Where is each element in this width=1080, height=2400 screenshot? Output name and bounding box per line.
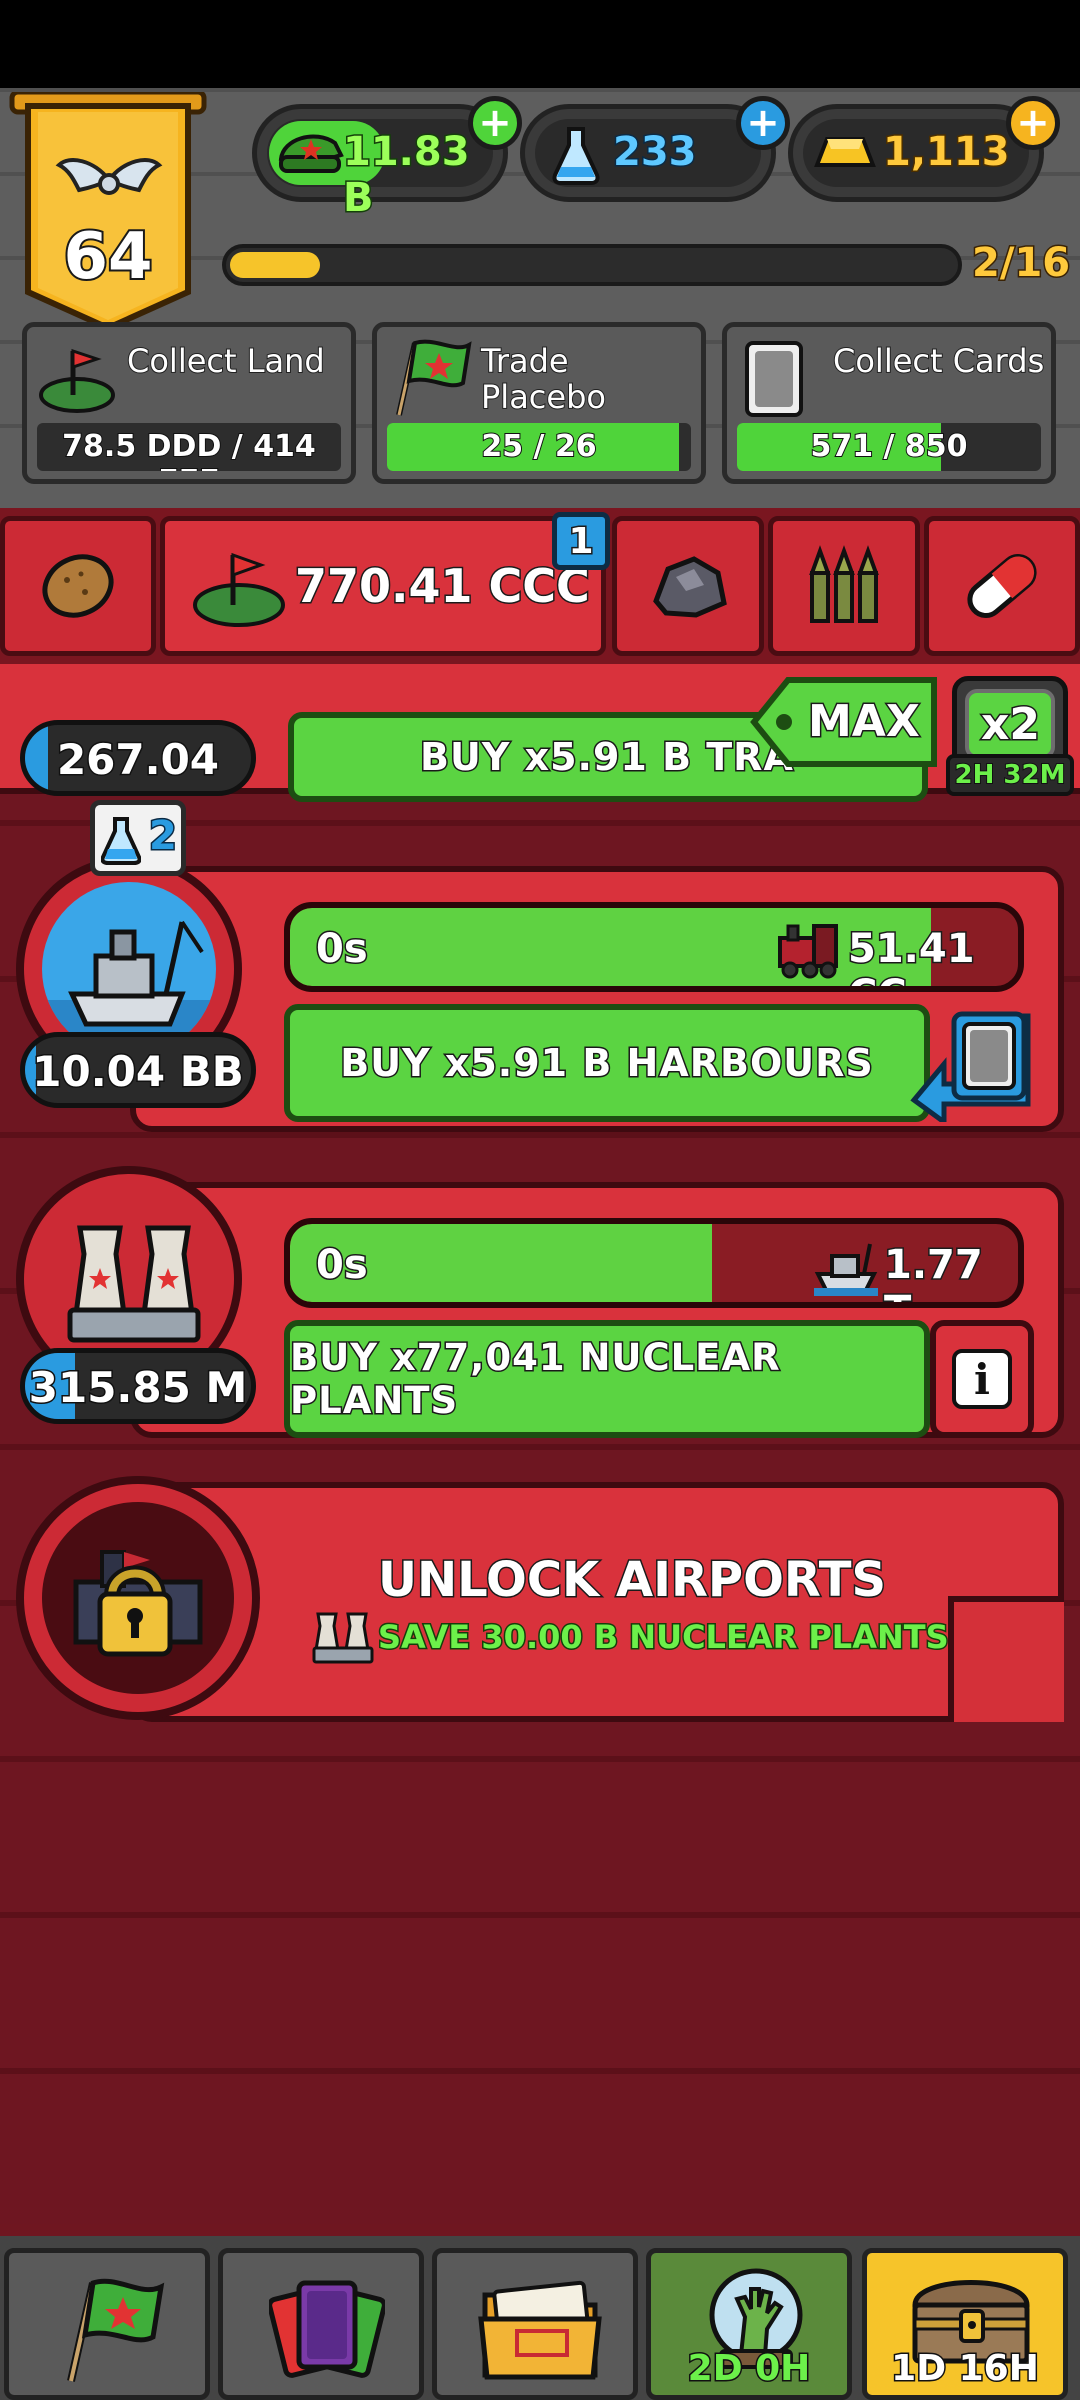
level-number: 64	[61, 218, 154, 296]
science-value: 233	[612, 128, 698, 177]
max-button[interactable]: MAX	[748, 672, 940, 772]
harbours-income: 51.41 CC	[847, 925, 977, 987]
nav-folder-button[interactable]	[432, 2248, 638, 2400]
pill-icon	[967, 554, 1037, 618]
add-science-button[interactable]: +	[736, 96, 790, 150]
nav-cards-button[interactable]	[218, 2248, 424, 2400]
max-label: MAX	[807, 695, 922, 749]
tab-potato[interactable]	[0, 516, 156, 656]
nuclear-count: 315.85 M	[20, 1348, 256, 1424]
quest-progress-label: 571 / 850	[809, 428, 968, 465]
quest-progress-label: 25 / 26	[480, 428, 597, 465]
nuclear-income: 1.77 T	[883, 1241, 985, 1303]
quest-card-collect-cards[interactable]: Collect Cards 571 / 850	[722, 322, 1056, 484]
add-gold-button[interactable]: +	[1006, 96, 1060, 150]
army-flag-icon	[67, 2278, 165, 2382]
science-badge: 2	[90, 800, 186, 876]
add-cash-button[interactable]: +	[468, 96, 522, 150]
chest-timer: 1D 16H	[890, 2347, 1041, 2391]
nuclear-plant-icon	[312, 1612, 374, 1664]
quest-progress: 25 / 26	[387, 423, 691, 471]
potato-icon	[42, 554, 114, 618]
folder-icon	[478, 2280, 602, 2380]
quest-title: Trade Placebo	[480, 342, 607, 416]
tab-land-active[interactable]: 770.41 CCC	[160, 516, 606, 656]
level-progress-fill	[230, 252, 320, 278]
airports-locked-icon-frame[interactable]	[16, 1476, 260, 1720]
buy-nuclear-button[interactable]: BUY x77,041 NUCLEAR PLANTS	[284, 1320, 930, 1438]
nuclear-production-bar: 0s 1.77 T	[284, 1218, 1024, 1308]
buy-harbours-label: BUY x5.91 B HARBOURS	[339, 1040, 874, 1087]
tab-badge: 1	[552, 512, 610, 570]
card-icon	[743, 339, 805, 419]
buy-harbours-button[interactable]: BUY x5.91 B HARBOURS	[284, 1004, 930, 1122]
airports-side-plate	[948, 1596, 1064, 1722]
army-flag-icon	[385, 333, 475, 423]
buy-railroad-label: BUY x5.91 B TRA	[419, 734, 795, 781]
quest-progress-label: 78.5 DDD / 414 EEE	[61, 428, 317, 471]
info-icon: i	[952, 1349, 1012, 1409]
nuclear-count-text: 315.85 M	[27, 1362, 249, 1414]
active-tab-value: 770.41 CCC	[294, 558, 592, 615]
ore-icon	[653, 556, 727, 618]
info-icon-label: i	[974, 1354, 990, 1404]
harbours-count: 10.04 BB	[20, 1032, 256, 1108]
quest-progress: 571 / 850	[737, 423, 1041, 471]
level-progress-bar	[222, 244, 962, 286]
wings-icon	[54, 150, 164, 210]
nuclear-timer: 0s	[315, 1241, 370, 1290]
quest-card-collect-land[interactable]: Collect Land 78.5 DDD / 414 EEE	[22, 322, 356, 484]
land-flag-icon	[37, 337, 117, 417]
buy-nuclear-label: BUY x77,041 NUCLEAR PLANTS	[289, 1335, 782, 1424]
tab-ore[interactable]	[612, 516, 764, 656]
nav-army-button[interactable]	[4, 2248, 210, 2400]
harbours-timer: 0s	[315, 925, 370, 974]
harbours-card-button[interactable]	[904, 1004, 1034, 1127]
multiplier-timer-text: 2H 32M	[954, 759, 1067, 791]
train-icon	[778, 924, 838, 979]
quest-title: Collect Land	[126, 342, 326, 380]
flask-icon	[551, 125, 601, 185]
gold-bar-icon	[813, 131, 877, 179]
gold-value: 1,113	[882, 128, 1012, 177]
banner-shape	[9, 89, 207, 332]
ship-icon	[42, 920, 216, 1056]
science-badge-count: 2	[148, 812, 179, 861]
land-flag-icon	[193, 552, 285, 627]
unlock-airports-title: UNLOCK AIRPORTS	[376, 1551, 887, 1610]
ship-icon	[814, 1243, 878, 1296]
army-cap-icon	[275, 125, 345, 181]
harbours-production-bar: 0s 51.41 CC	[284, 902, 1024, 992]
multiplier-label: x2	[980, 698, 1042, 752]
level-progress-label: 2/16	[970, 239, 1071, 288]
tab-badge-count: 1	[567, 519, 595, 563]
nav-chest-button[interactable]: 1D 16H	[862, 2248, 1068, 2400]
nuclear-info-button[interactable]: i	[930, 1320, 1034, 1438]
nuclear-plant-icon	[67, 1225, 201, 1343]
quest-title: Collect Cards	[832, 342, 1045, 380]
events-timer: 2D 0H	[686, 2347, 812, 2391]
nav-events-button[interactable]: 2D 0H	[646, 2248, 852, 2400]
quest-progress: 78.5 DDD / 414 EEE	[37, 423, 341, 471]
level-banner[interactable]: 64	[8, 89, 208, 332]
unlock-airports-subtitle: SAVE 30.00 B NUCLEAR PLANTS	[377, 1617, 951, 1658]
multiplier-timer: 2H 32M	[946, 754, 1074, 796]
quest-card-trade-placebo[interactable]: Trade Placebo 25 / 26	[372, 322, 706, 484]
tab-ammo[interactable]	[768, 516, 920, 656]
status-bar	[0, 0, 1080, 88]
railroad-count-text: 267.04 EE	[55, 734, 220, 792]
flask-icon	[101, 817, 141, 865]
ammo-icon	[809, 545, 879, 623]
lock-icon	[73, 1550, 203, 1657]
tab-pills[interactable]	[924, 516, 1080, 656]
railroad-count: 267.04 EE	[20, 720, 256, 796]
harbours-count-text: 10.04 BB	[31, 1046, 246, 1098]
cards-icon	[269, 2280, 385, 2378]
